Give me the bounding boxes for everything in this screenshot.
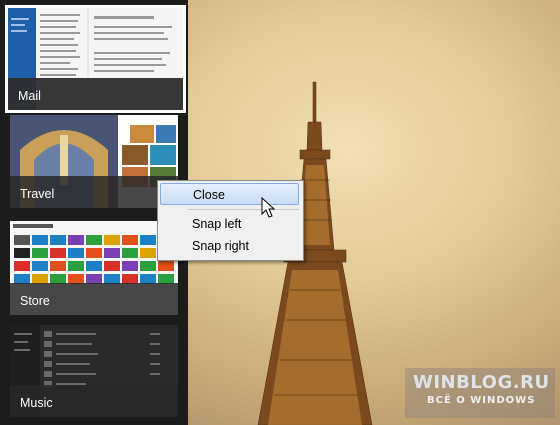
watermark-subtitle: ВСЁ О WINDOWS [427, 395, 536, 406]
app-thumbnail-mail[interactable]: Mail [5, 5, 186, 113]
menu-item-snap-right[interactable]: Snap right [160, 235, 299, 257]
thumbnail-label-bar: Store [10, 283, 178, 315]
app-thumbnail-travel[interactable]: Travel [10, 115, 178, 208]
app-thumbnail-store[interactable]: Store [10, 221, 178, 315]
app-thumbnail-music[interactable]: Music [10, 325, 178, 417]
menu-separator [188, 209, 299, 210]
thumbnail-label-bar: Travel [10, 176, 178, 208]
thumbnail-label-mail: Mail [18, 89, 41, 103]
mouse-cursor-icon [261, 197, 276, 218]
watermark: WINBLOG.RU ВСЁ О WINDOWS [405, 368, 555, 418]
thumbnail-label-bar: Music [10, 385, 178, 417]
thumbnail-label-store: Store [20, 294, 50, 308]
menu-item-snap-left[interactable]: Snap left [160, 213, 299, 235]
thumbnail-label-travel: Travel [20, 187, 55, 201]
thumbnail-label-bar: Mail [8, 78, 183, 110]
menu-item-close[interactable]: Close [160, 183, 299, 205]
context-menu: Close Snap left Snap right [157, 180, 304, 261]
thumbnail-label-music: Music [20, 396, 53, 410]
watermark-title: WINBLOG.RU [413, 372, 550, 393]
